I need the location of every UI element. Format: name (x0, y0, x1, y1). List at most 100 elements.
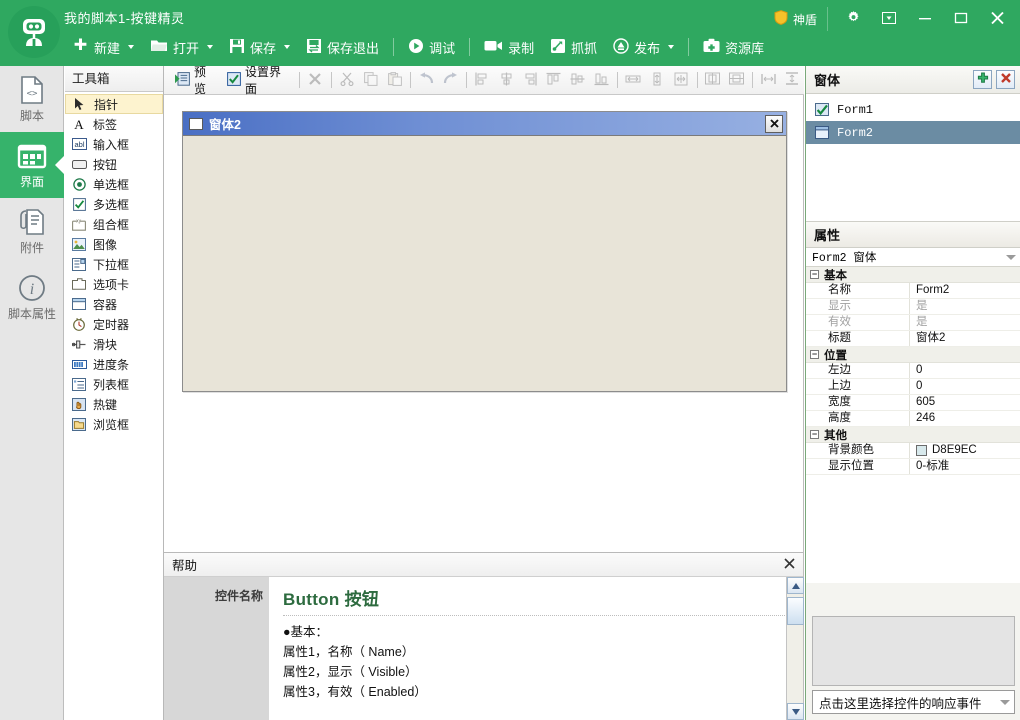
property-object-selector[interactable]: Form2 窗体 (806, 248, 1020, 267)
redo-button[interactable] (439, 69, 462, 91)
toolbar-save-button[interactable]: 保存 (221, 32, 298, 62)
property-row-visible[interactable]: 显示 是 (806, 299, 1020, 315)
property-row-background-color[interactable]: 背景颜色 D8E9EC (806, 443, 1020, 459)
property-row-name[interactable]: 名称 Form2 (806, 283, 1020, 299)
toolbar-open-button[interactable]: 打开 (142, 32, 221, 62)
toolbox-item-tab[interactable]: 选项卡 (65, 274, 163, 294)
toolbox-item-timer[interactable]: 定时器 (65, 314, 163, 334)
toolbox-item-checkbox[interactable]: 多选框 (65, 194, 163, 214)
align-top-button[interactable] (542, 69, 565, 91)
property-value[interactable]: 窗体2 (910, 331, 1020, 346)
property-row-height[interactable]: 高度 246 (806, 411, 1020, 427)
chevron-down-icon[interactable] (284, 45, 291, 49)
cut-button[interactable] (336, 69, 359, 91)
sidebar-item-script-properties[interactable]: i 脚本属性 (0, 264, 64, 330)
collapse-icon[interactable]: − (810, 270, 819, 279)
toolbox-item-hotkey[interactable]: 热键 (65, 394, 163, 414)
toolbox-item-radio[interactable]: 单选框 (65, 174, 163, 194)
chevron-down-icon[interactable] (207, 45, 214, 49)
property-row-show-position[interactable]: 显示位置 0-标准 (806, 459, 1020, 475)
collapse-icon[interactable]: − (810, 350, 819, 359)
close-button[interactable] (980, 5, 1014, 33)
toolbar-grab-button[interactable]: 抓抓 (542, 32, 605, 62)
toolbox-item-pointer[interactable]: 指针 (65, 94, 163, 114)
design-form-close-button[interactable] (765, 114, 783, 133)
toolbox-item-image[interactable]: 图像 (65, 234, 163, 254)
toolbox-item-listbox[interactable]: 列表框 (65, 374, 163, 394)
toolbox-item-textbox[interactable]: abl 输入框 (65, 134, 163, 154)
maximize-button[interactable] (944, 5, 978, 33)
toolbox-item-combobox[interactable]: 下拉框 (65, 254, 163, 274)
toolbox-item-browser[interactable]: 浏览框 (65, 414, 163, 434)
toolbar-library-button[interactable]: 资源库 (695, 32, 772, 62)
form-list-item-form2[interactable]: Form2 (806, 121, 1020, 144)
property-value[interactable]: 是 (910, 299, 1020, 314)
property-group-basic[interactable]: − 基本 (806, 267, 1020, 283)
property-group-position[interactable]: − 位置 (806, 347, 1020, 363)
property-value[interactable]: 246 (910, 411, 1020, 426)
chevron-down-icon[interactable] (1000, 699, 1010, 705)
align-bottom-button[interactable] (590, 69, 613, 91)
same-size-button[interactable] (670, 69, 693, 91)
property-value[interactable]: 是 (910, 315, 1020, 330)
property-row-caption[interactable]: 标题 窗体2 (806, 331, 1020, 347)
center-vertical-button[interactable] (725, 69, 748, 91)
property-value[interactable]: 0 (910, 379, 1020, 394)
help-scrollbar[interactable] (786, 577, 804, 720)
settings-button[interactable] (836, 5, 870, 33)
property-value[interactable]: 0 (910, 363, 1020, 378)
property-value-wrap[interactable]: D8E9EC (910, 443, 1020, 458)
delete-button[interactable] (304, 69, 327, 91)
design-form-window[interactable]: 窗体2 (182, 111, 787, 392)
scroll-down-button[interactable] (787, 703, 804, 720)
same-width-button[interactable] (622, 69, 645, 91)
property-value[interactable]: Form2 (910, 283, 1020, 298)
sidebar-item-interface[interactable]: 界面 (0, 132, 64, 198)
help-close-button[interactable] (784, 558, 795, 571)
preview-button[interactable]: 预览 (170, 65, 221, 96)
center-horizontal-button[interactable] (701, 69, 724, 91)
collapse-icon[interactable]: − (810, 430, 819, 439)
toolbox-item-container[interactable]: 容器 (65, 294, 163, 314)
toolbox-item-progressbar[interactable]: 进度条 (65, 354, 163, 374)
designer-canvas[interactable]: 窗体2 (164, 95, 804, 552)
add-form-button[interactable] (973, 70, 992, 89)
toolbox-item-groupbox[interactable]: xy 组合框 (65, 214, 163, 234)
form-list-item-form1[interactable]: Form1 (806, 98, 1020, 121)
design-form-titlebar[interactable]: 窗体2 (183, 112, 786, 136)
design-form-body[interactable] (183, 136, 786, 391)
property-group-other[interactable]: − 其他 (806, 427, 1020, 443)
align-middle-button[interactable] (566, 69, 589, 91)
undo-button[interactable] (415, 69, 438, 91)
scroll-up-button[interactable] (787, 577, 804, 594)
minimize-button[interactable] (908, 5, 942, 33)
align-right-button[interactable] (519, 69, 542, 91)
chevron-down-icon[interactable] (1006, 254, 1016, 260)
scrollbar-thumb[interactable] (787, 597, 804, 625)
same-height-button[interactable] (646, 69, 669, 91)
setup-ui-button[interactable]: 设置界面 (222, 65, 295, 96)
shield-button[interactable]: 神盾 (767, 7, 828, 31)
property-row-left[interactable]: 左边 0 (806, 363, 1020, 379)
toolbar-debug-button[interactable]: 调试 (400, 32, 463, 62)
sidebar-item-attachment[interactable]: 附件 (0, 198, 64, 264)
toolbox-item-slider[interactable]: 滑块 (65, 334, 163, 354)
copy-button[interactable] (360, 69, 383, 91)
property-value[interactable]: 605 (910, 395, 1020, 410)
toolbar-publish-button[interactable]: 发布 (605, 32, 682, 62)
align-center-button[interactable] (495, 69, 518, 91)
dropdown-button[interactable] (872, 5, 906, 33)
align-left-button[interactable] (471, 69, 494, 91)
chevron-down-icon[interactable] (668, 45, 675, 49)
paste-button[interactable] (383, 69, 406, 91)
chevron-down-icon[interactable] (128, 45, 135, 49)
toolbar-record-button[interactable]: 录制 (476, 32, 542, 62)
property-row-enabled[interactable]: 有效 是 (806, 315, 1020, 331)
delete-form-button[interactable] (996, 70, 1015, 89)
toolbar-save-exit-button[interactable]: 保存退出 (298, 32, 387, 62)
event-code-box[interactable] (812, 616, 1015, 686)
color-swatch[interactable] (916, 445, 927, 456)
toolbar-new-button[interactable]: 新建 (64, 32, 142, 62)
toolbox-item-button[interactable]: 按钮 (65, 154, 163, 174)
property-value[interactable]: 0-标准 (910, 459, 1020, 474)
